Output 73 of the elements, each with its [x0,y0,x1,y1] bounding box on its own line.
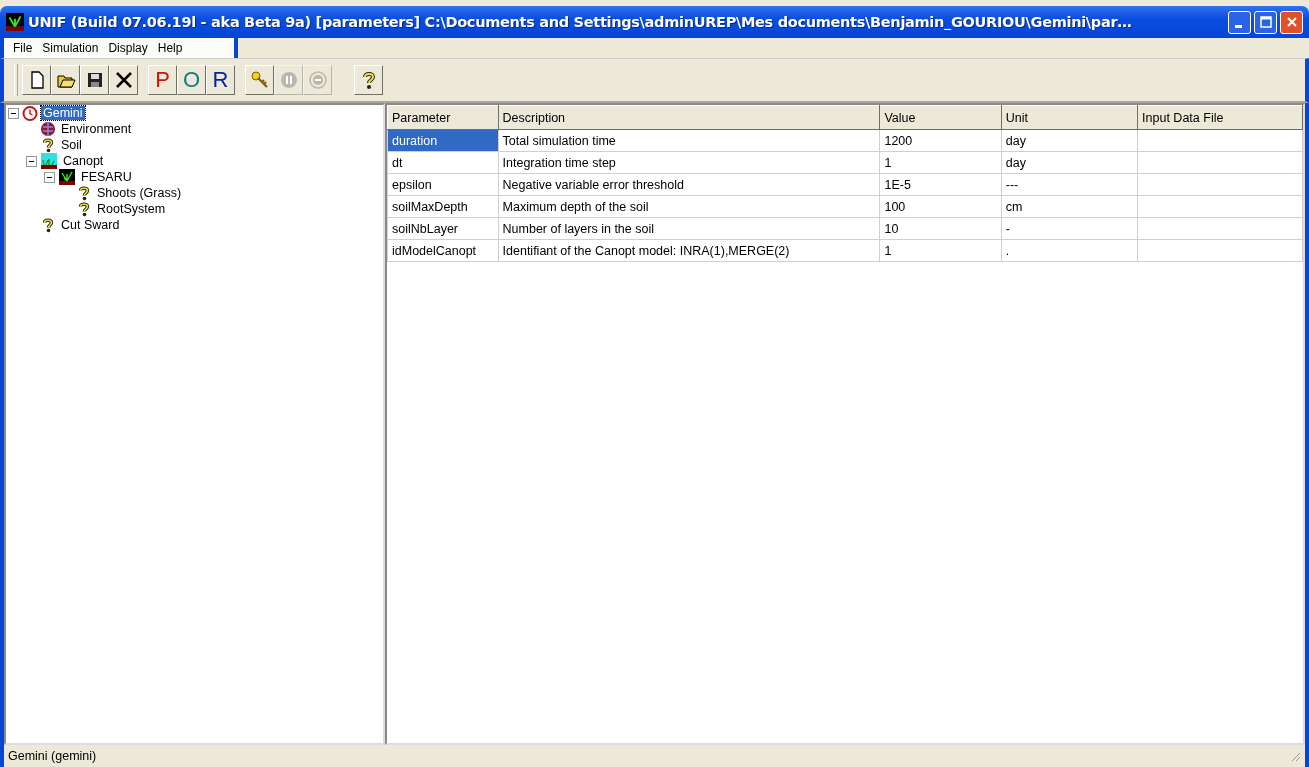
table-cell: --- [1001,173,1138,196]
key-icon [249,70,270,90]
minimize-button[interactable] [1228,10,1251,34]
table-cell: Identifiant of the Canopt model: INRA(1),MERGE(2) [498,239,880,262]
column-header[interactable]: Input Data File [1137,105,1303,130]
menu-item[interactable]: Display [103,41,153,55]
tree-item[interactable]: Gemini [41,106,85,120]
window-title: UNIF (Build 07.06.19l - aka Beta 9a) [parameters] C:\Documents and Settings\adminUREP\Mes documents\Benjamin_GOURIOU\Gemini\par… [28,14,1133,30]
stop-icon [307,70,328,90]
table-cell: 1 [879,151,1002,174]
open-button[interactable] [51,65,80,95]
collapse-toggle[interactable] [8,107,19,119]
table-cell: Integration time step [498,151,880,174]
question-icon [76,201,92,217]
tree-item[interactable]: FESARU [79,170,134,184]
save-button[interactable] [80,65,109,95]
table-cell: cm [1001,195,1138,218]
tree-item[interactable]: Environment [59,122,134,136]
app-icon [6,13,24,31]
table-cell: 1 [879,239,1002,262]
table-cell: 10 [879,217,1002,240]
help-button[interactable] [354,65,383,95]
toolbar-button[interactable]: P [148,65,177,95]
table-cell: Maximum depth of the soil [498,195,880,218]
column-header[interactable]: Parameter [387,105,499,130]
grass-icon [58,169,76,185]
tree-item[interactable]: Cut Sward [59,218,122,232]
table-cell: epsilon [387,173,499,196]
question-icon [40,217,56,233]
question-icon [40,137,56,153]
minimize-icon [1234,24,1242,28]
table-cell: day [1001,129,1138,152]
table-cell: dt [387,151,499,174]
question-icon [76,185,92,201]
table-cell: Number of layers in the soil [498,217,880,240]
menu-item[interactable]: Simulation [37,41,104,55]
tree-item[interactable]: RootSystem [95,202,168,216]
table-cell: day [1001,151,1138,174]
table-cell: 100 [879,195,1002,218]
column-header[interactable]: Description [498,105,880,130]
close-button[interactable] [109,65,138,95]
globe-icon [40,121,56,137]
menu-item[interactable]: File [8,41,38,55]
collapse-toggle[interactable] [44,171,55,183]
table-cell: Total simulation time [498,129,880,152]
menu-item[interactable]: Help [152,41,188,55]
meadow-icon [40,153,58,169]
key-button[interactable] [245,65,274,95]
table-cell: 1200 [879,129,1002,152]
status-text: Gemini (gemini) [8,749,97,763]
maximize-icon [1259,16,1272,28]
resize-grip-icon [1289,750,1301,762]
table-cell: 1E-5 [879,173,1002,196]
table-cell: - [1001,217,1138,240]
tree-item[interactable]: Soil [59,138,84,152]
close-icon [1285,16,1298,28]
table-cell: . [1001,239,1138,262]
cross-icon [113,70,134,90]
tree-item[interactable]: Canopt [61,154,106,168]
pause-icon [278,70,299,90]
toolbar-button[interactable]: R [206,65,235,95]
new-button[interactable] [22,65,51,95]
column-header[interactable]: Value [879,105,1002,130]
maximize-button[interactable] [1254,10,1277,34]
column-header[interactable]: Unit [1001,105,1138,130]
table-cell: duration [387,129,499,152]
collapse-toggle[interactable] [26,155,37,167]
tree-item[interactable]: Shoots (Grass) [95,186,184,200]
table-cell: soilNbLayer [387,217,499,240]
table-cell: idModelCanopt [387,239,499,262]
table-cell: soilMaxDepth [387,195,499,218]
table-cell: Negative variable error threshold [498,173,880,196]
toolbar-button[interactable]: O [177,65,206,95]
